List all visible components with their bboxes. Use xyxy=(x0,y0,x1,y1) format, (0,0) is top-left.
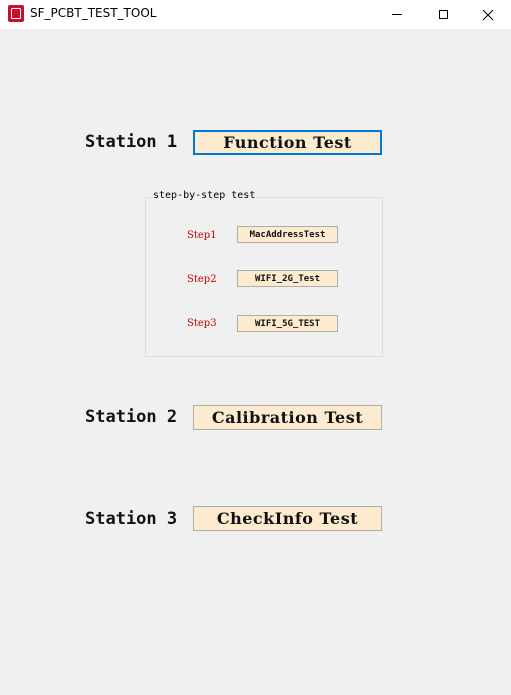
step-1-label: Step1 xyxy=(187,230,217,241)
maximize-icon xyxy=(438,10,448,19)
calibration-test-button[interactable]: Calibration Test xyxy=(193,405,382,430)
wifi-2g-test-button[interactable]: WIFI_2G_Test xyxy=(237,270,338,287)
step-3-label: Step3 xyxy=(187,318,217,329)
group-title: step-by-step test xyxy=(153,190,258,201)
title-bar[interactable]: SF_PCBT_TEST_TOOL xyxy=(0,0,511,29)
station-3-label: Station 3 xyxy=(85,509,178,529)
step-2-label: Step2 xyxy=(187,274,217,285)
wifi-5g-test-button[interactable]: WIFI_5G_TEST xyxy=(237,315,338,332)
close-icon xyxy=(482,9,494,20)
maximize-button[interactable] xyxy=(420,0,466,29)
close-button[interactable] xyxy=(465,0,511,29)
window-title: SF_PCBT_TEST_TOOL xyxy=(30,6,157,20)
station-1-label: Station 1 xyxy=(85,132,178,152)
function-test-button[interactable]: Function Test xyxy=(193,130,382,155)
minimize-button[interactable] xyxy=(374,0,420,29)
checkinfo-test-button[interactable]: CheckInfo Test xyxy=(193,506,382,531)
app-logo-icon xyxy=(8,5,24,22)
minimize-icon xyxy=(392,14,402,15)
station-2-label: Station 2 xyxy=(85,407,178,427)
mac-address-test-button[interactable]: MacAddressTest xyxy=(237,226,338,243)
